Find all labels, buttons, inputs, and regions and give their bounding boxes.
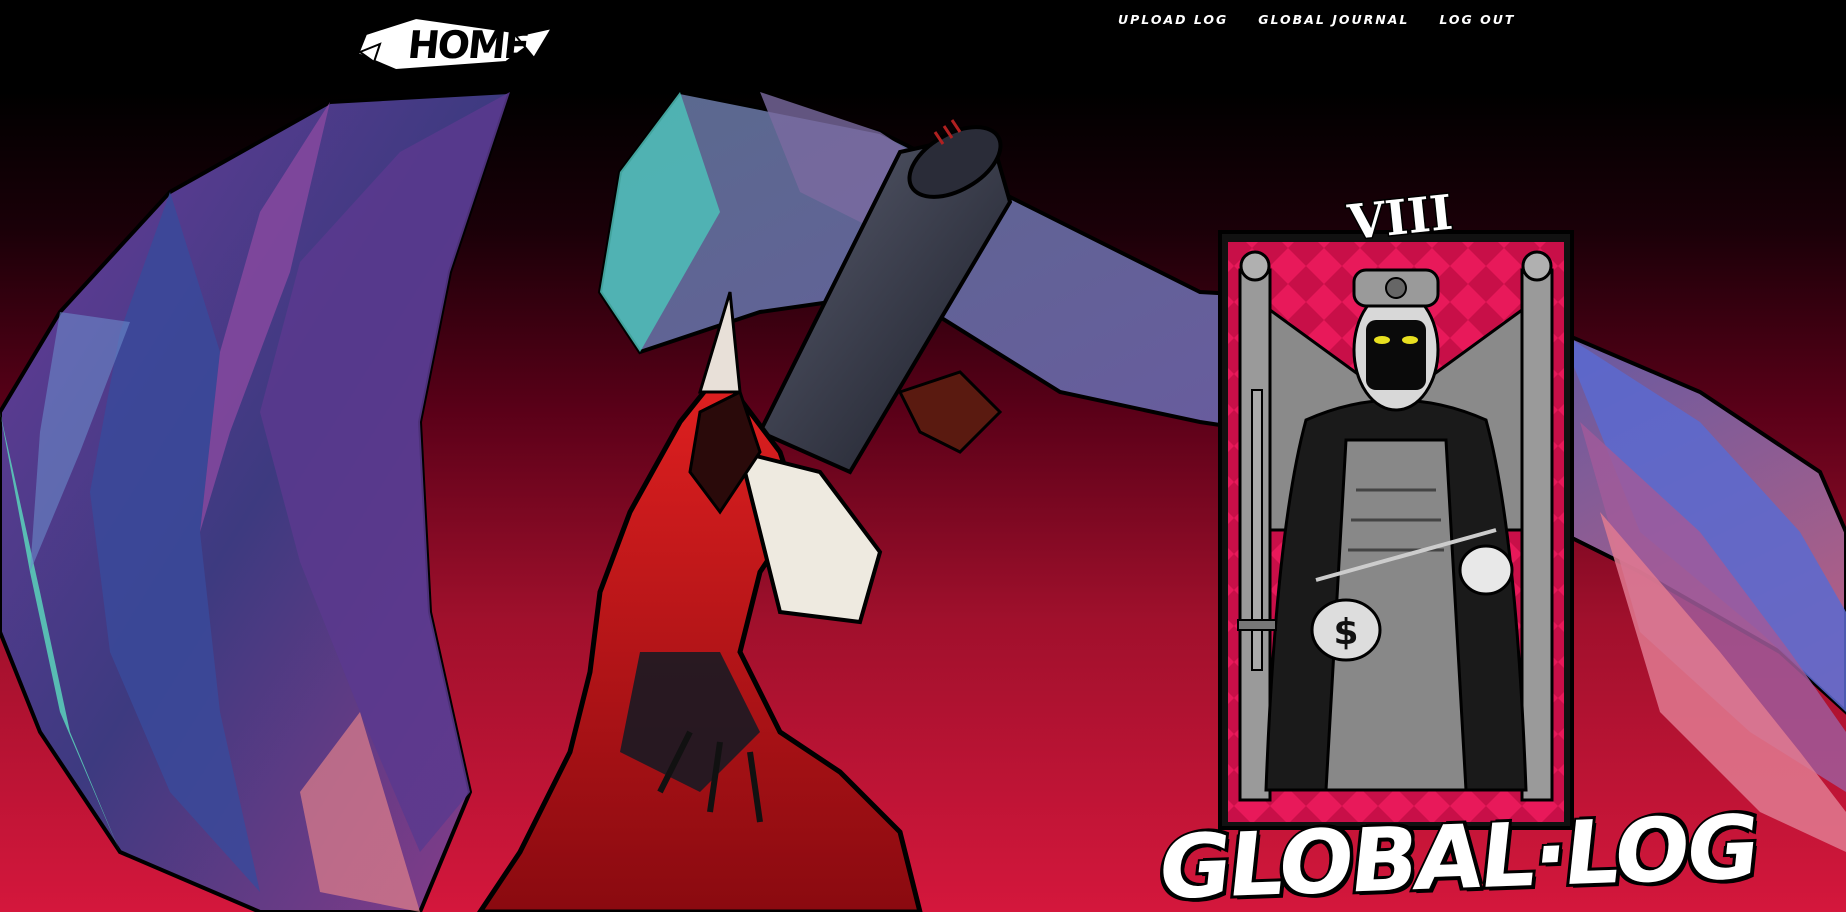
tarot-card-justice: $ [1218,230,1574,830]
global-log-title: GLOBAL·LOG [1152,793,1764,912]
page: HOME UPLOAD LOG GLOBAL JOURNAL LOG OUT $… [0,0,1846,912]
home-label: HOME [405,23,531,67]
nav-links: UPLOAD LOG GLOBAL JOURNAL LOG OUT [1118,12,1515,27]
svg-text:$: $ [1333,612,1358,653]
nav-upload-log[interactable]: UPLOAD LOG [1118,12,1228,27]
nav-global-journal[interactable]: GLOBAL JOURNAL [1258,12,1409,27]
global-log-heading: GLOBAL·LOG [1152,793,1764,912]
top-navbar: HOME UPLOAD LOG GLOBAL JOURNAL LOG OUT [0,0,1846,92]
nav-log-out[interactable]: LOG OUT [1439,12,1515,27]
demon-body [476,291,1003,912]
home-link[interactable]: HOME [356,14,556,74]
left-wing [0,92,513,912]
card-numeral: VIII [1344,183,1457,253]
